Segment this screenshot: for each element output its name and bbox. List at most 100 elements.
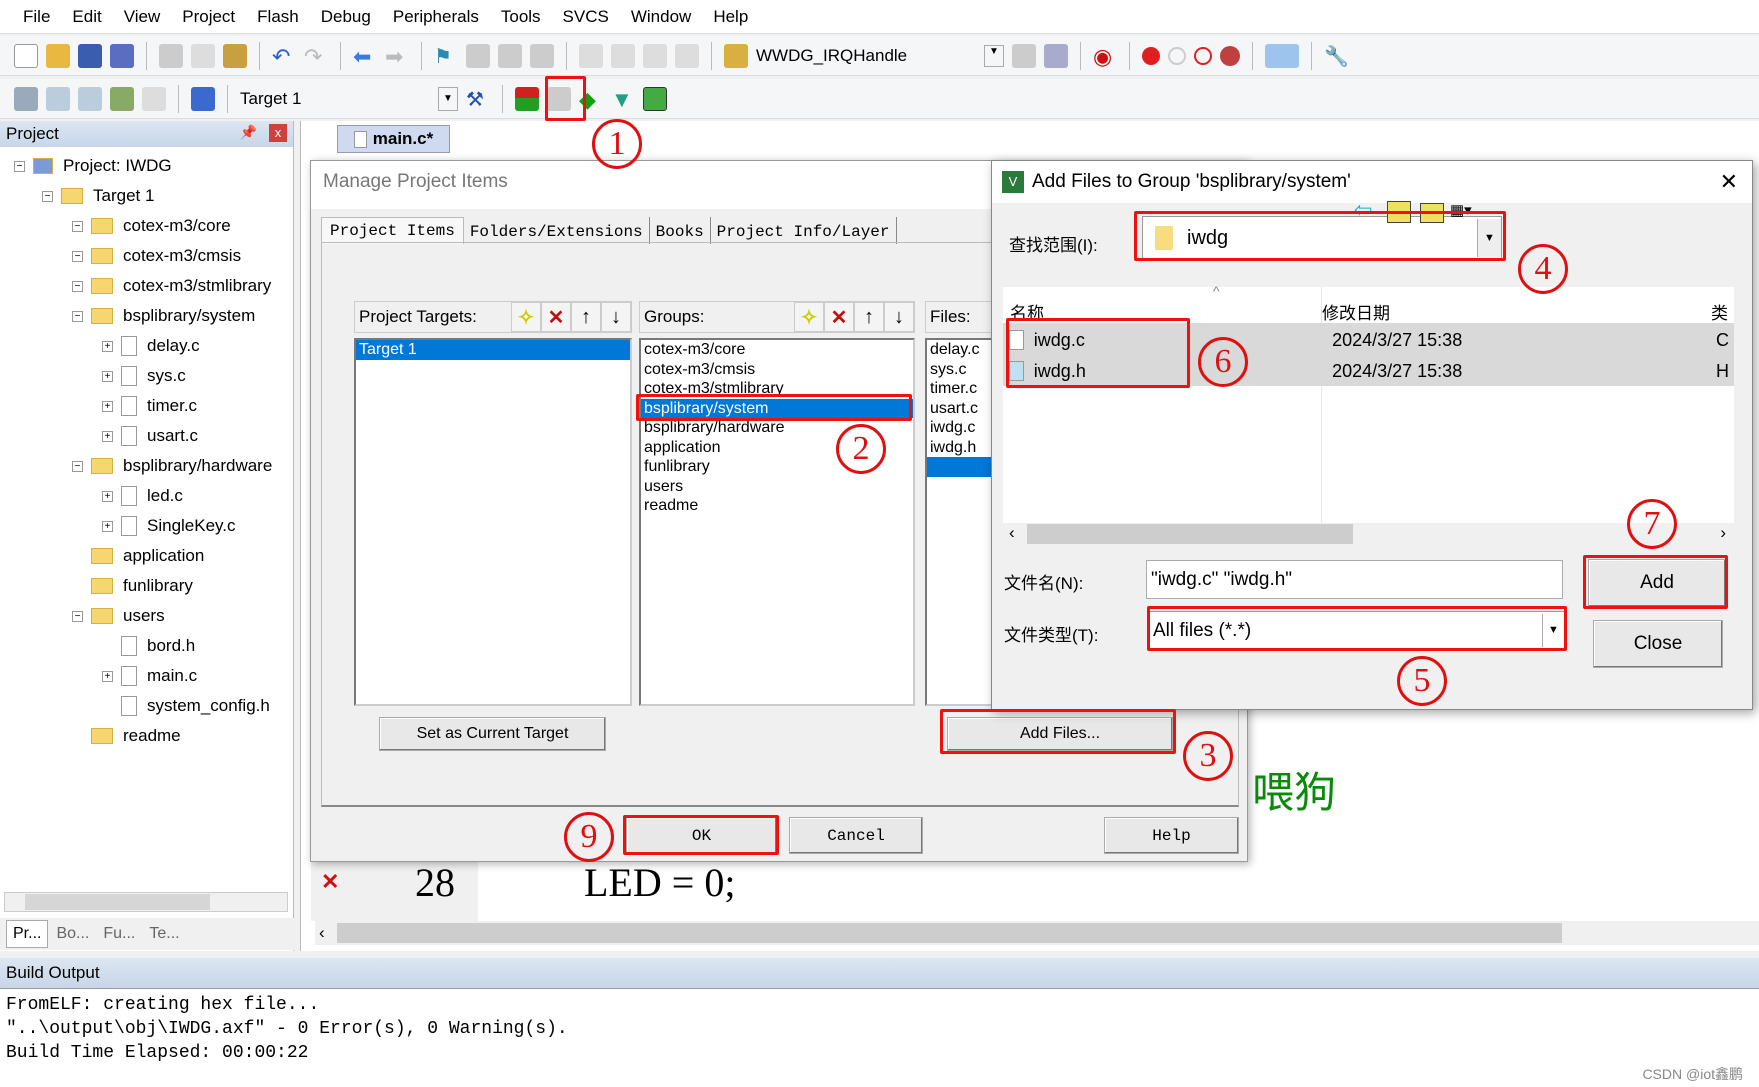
redo-icon[interactable]: ↷: [304, 44, 328, 69]
menu-window[interactable]: Window: [620, 7, 702, 27]
tree-item[interactable]: − bsplibrary/system: [72, 301, 255, 331]
tree-item[interactable]: + led.c: [102, 481, 183, 511]
new-icon[interactable]: ✧: [511, 302, 541, 332]
menu-project[interactable]: Project: [171, 7, 246, 27]
bookmark-icon[interactable]: ⚑: [434, 44, 458, 68]
stop-build-icon[interactable]: [142, 86, 166, 111]
scrollbar-thumb[interactable]: [1027, 524, 1353, 544]
tree-item[interactable]: + delay.c: [102, 331, 200, 361]
window-layout-icon[interactable]: [1265, 43, 1299, 68]
cancel-button[interactable]: Cancel: [789, 817, 923, 854]
tree-item[interactable]: − cotex-m3/stmlibrary: [72, 271, 271, 301]
move-up-icon[interactable]: ↑: [571, 302, 601, 332]
save-icon[interactable]: [78, 43, 102, 68]
configure-icon[interactable]: 🔧: [1324, 44, 1349, 68]
close-icon[interactable]: ✕: [1720, 169, 1738, 195]
file-list-hscrollbar[interactable]: ‹ ›: [1003, 523, 1734, 545]
tree-item[interactable]: − users: [72, 601, 165, 631]
expand-icon[interactable]: +: [102, 520, 113, 532]
editor-hscrollbar[interactable]: ‹: [315, 921, 1759, 945]
delete-icon[interactable]: ✕: [824, 302, 854, 332]
incremental-find-icon[interactable]: [1044, 43, 1068, 68]
move-down-icon[interactable]: ↓: [884, 302, 914, 332]
save-all-icon[interactable]: [110, 43, 134, 68]
chevron-down-icon[interactable]: ▼: [984, 44, 1004, 67]
menu-tools[interactable]: Tools: [490, 7, 552, 27]
scrollbar-thumb[interactable]: [337, 923, 1562, 943]
editor-tab-main[interactable]: main.c*: [337, 125, 450, 153]
tree-item[interactable]: + usart.c: [102, 421, 198, 451]
undo-icon[interactable]: ↶: [272, 44, 296, 69]
list-item[interactable]: Target 1: [356, 340, 630, 360]
tree-item[interactable]: + timer.c: [102, 391, 197, 421]
menu-svcs[interactable]: SVCS: [552, 7, 620, 27]
uncomment-icon[interactable]: [675, 43, 699, 68]
rebuild-icon[interactable]: [78, 86, 102, 111]
new-icon[interactable]: ✧: [794, 302, 824, 332]
expand-icon[interactable]: +: [102, 490, 113, 502]
manage-project-items-icon[interactable]: [515, 86, 539, 111]
back-icon[interactable]: ⬅: [353, 44, 377, 69]
tree-item[interactable]: system_config.h: [102, 691, 270, 721]
tab-functions[interactable]: Fu...: [97, 921, 141, 947]
expand-icon[interactable]: +: [102, 400, 113, 412]
debug-start-icon[interactable]: ◉: [1093, 44, 1117, 69]
collapse-icon[interactable]: −: [72, 280, 83, 292]
move-down-icon[interactable]: ↓: [601, 302, 631, 332]
find-icon[interactable]: [1012, 43, 1036, 68]
tree-item[interactable]: − Target 1: [42, 181, 154, 211]
tree-item[interactable]: − cotex-m3/cmsis: [72, 241, 241, 271]
tab-templates[interactable]: Te...: [143, 921, 185, 947]
tab-project-items[interactable]: Project Items: [321, 217, 464, 244]
expand-icon[interactable]: +: [102, 670, 113, 682]
options-for-target-icon[interactable]: ⚒: [466, 87, 490, 111]
group-item[interactable]: readme: [641, 496, 913, 516]
tree-item[interactable]: + main.c: [102, 661, 197, 691]
column-header-date[interactable]: 修改日期: [1322, 299, 1390, 324]
menu-help[interactable]: Help: [702, 7, 759, 27]
scroll-left-icon[interactable]: ‹: [1009, 523, 1015, 543]
breakpoint-disable-all-icon[interactable]: [1194, 46, 1212, 65]
function-combo[interactable]: WWDG_IRQHandle: [756, 46, 976, 66]
collapse-icon[interactable]: −: [42, 190, 53, 202]
scrollbar-thumb[interactable]: [25, 894, 210, 910]
bookmark-next-icon[interactable]: [498, 43, 522, 68]
tab-project[interactable]: Pr...: [6, 920, 49, 948]
tree-item[interactable]: + SingleKey.c: [102, 511, 236, 541]
tree-item[interactable]: readme: [72, 721, 181, 751]
chevron-down-icon[interactable]: ▼: [438, 86, 458, 111]
expand-icon[interactable]: +: [102, 340, 113, 352]
close-button[interactable]: Close: [1593, 620, 1723, 668]
tree-item[interactable]: funlibrary: [72, 571, 193, 601]
cut-icon[interactable]: [159, 43, 183, 68]
collapse-icon[interactable]: −: [72, 250, 83, 262]
menu-debug[interactable]: Debug: [310, 7, 382, 27]
scroll-right-icon[interactable]: ›: [1720, 523, 1726, 543]
expand-icon[interactable]: +: [102, 430, 113, 442]
move-up-icon[interactable]: ↑: [854, 302, 884, 332]
collapse-icon[interactable]: −: [14, 160, 25, 172]
collapse-icon[interactable]: −: [72, 310, 83, 322]
group-item[interactable]: users: [641, 477, 913, 497]
copy-icon[interactable]: [191, 43, 215, 68]
tree-item[interactable]: − bsplibrary/hardware: [72, 451, 272, 481]
build-icon[interactable]: [46, 86, 70, 111]
delete-icon[interactable]: ✕: [541, 302, 571, 332]
bookmark-clear-icon[interactable]: [530, 43, 554, 68]
tree-item[interactable]: − Project: IWDG: [14, 151, 172, 181]
pack-installer-icon[interactable]: ▼: [611, 87, 635, 112]
menu-view[interactable]: View: [113, 7, 172, 27]
scroll-left-icon[interactable]: ‹: [319, 923, 325, 943]
pin-icon[interactable]: 📌: [240, 124, 257, 141]
tree-item[interactable]: application: [72, 541, 204, 571]
target-combo[interactable]: Target 1: [240, 89, 430, 109]
breakpoint-icon[interactable]: [1142, 46, 1160, 65]
unindent-icon[interactable]: [611, 43, 635, 68]
indent-icon[interactable]: [579, 43, 603, 68]
expand-icon[interactable]: +: [102, 370, 113, 382]
bookmark-prev-icon[interactable]: [466, 43, 490, 68]
menu-file[interactable]: File: [12, 7, 61, 27]
tab-books[interactable]: Books: [650, 217, 711, 244]
tree-item[interactable]: − cotex-m3/core: [72, 211, 231, 241]
collapse-icon[interactable]: −: [72, 610, 83, 622]
